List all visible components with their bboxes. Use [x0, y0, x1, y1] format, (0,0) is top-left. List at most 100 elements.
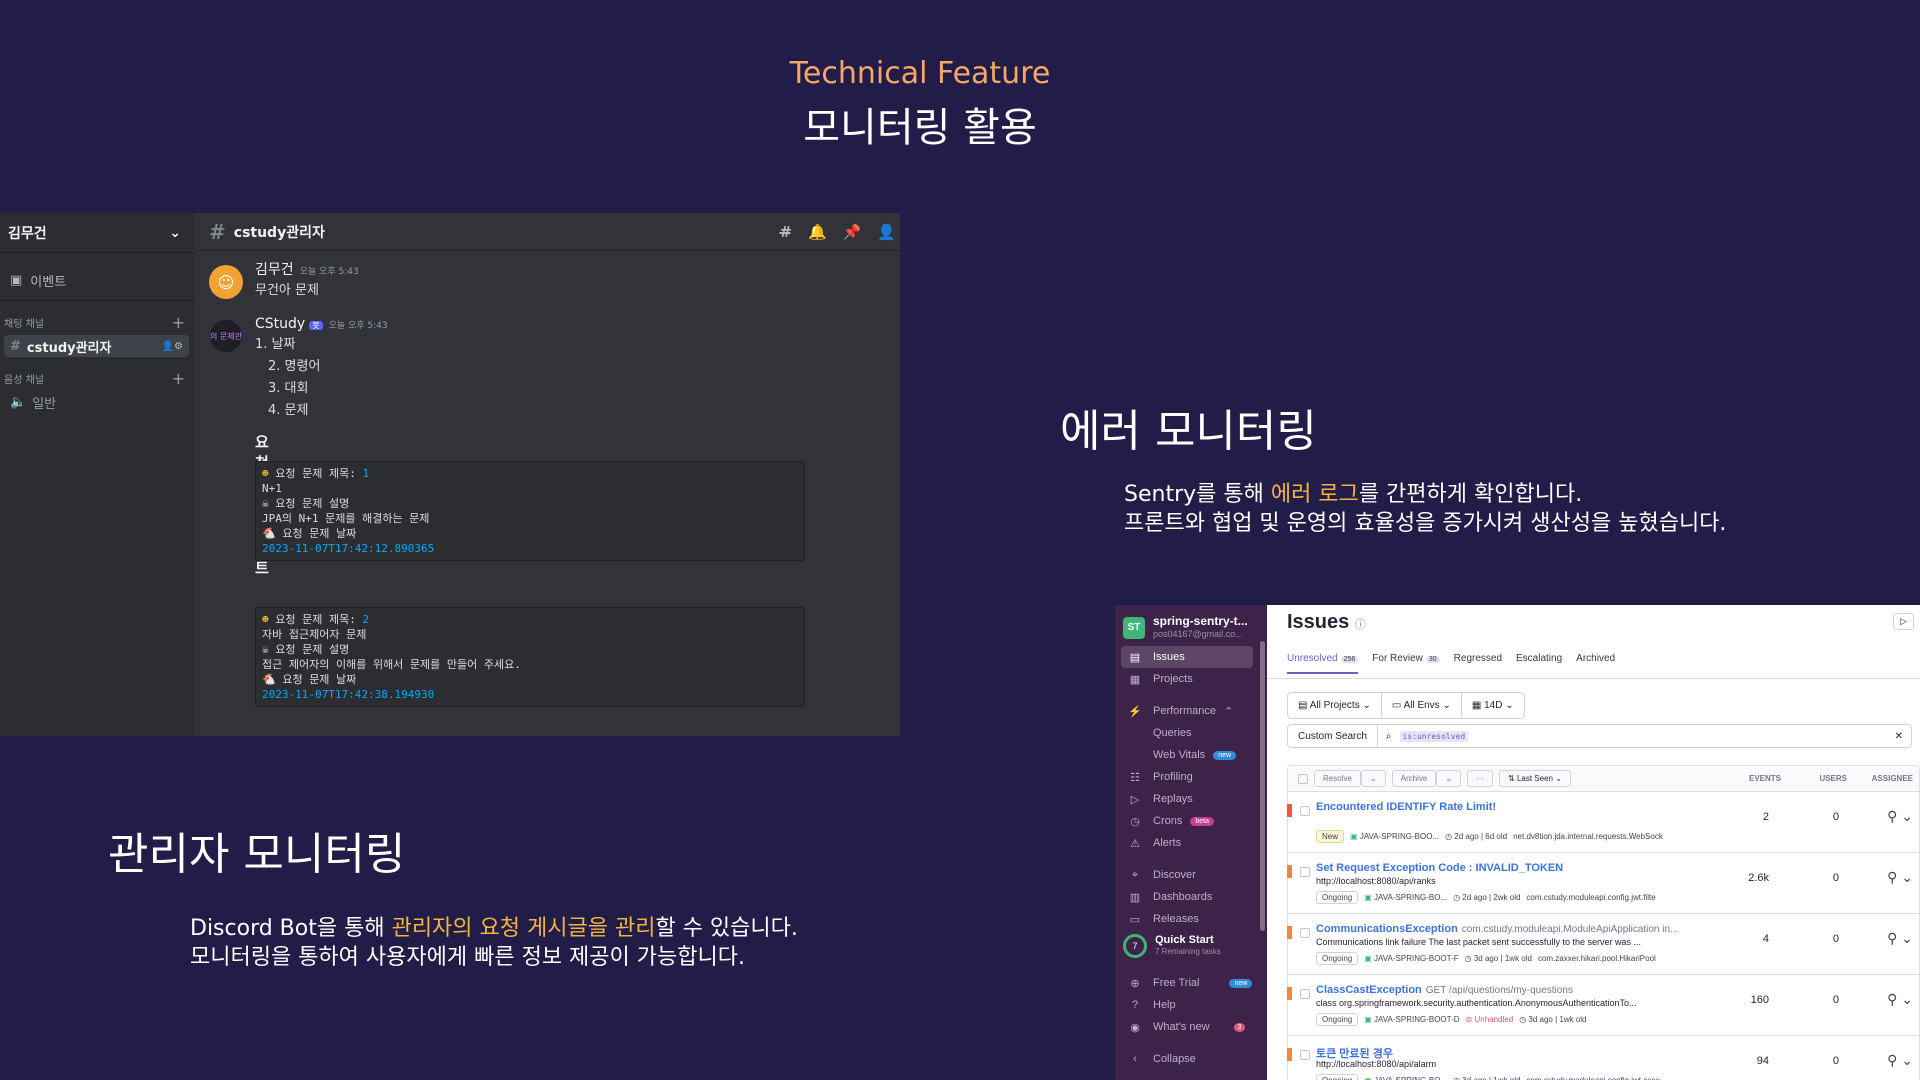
nav-projects[interactable]: ▦ Projects [1115, 668, 1267, 690]
issue-title[interactable]: Set Request Exception Code : INVALID_TOK… [1316, 862, 1563, 874]
issue-title[interactable]: CommunicationsException [1316, 923, 1458, 935]
nav-whats-new[interactable]: ◉ What's new 3 [1115, 1016, 1267, 1038]
nav-collapse[interactable]: ‹ Collapse [1115, 1048, 1267, 1070]
chevron-down-icon[interactable]: ⌄ [1436, 770, 1461, 787]
add-channel-icon[interactable]: + [172, 313, 185, 332]
nav-alerts[interactable]: ⚠ Alerts [1115, 832, 1267, 854]
table-row[interactable]: 토큰 만료된 경우 http://localhost:8080/api/alarm… [1287, 1036, 1919, 1080]
org-switcher[interactable]: ST spring-sentry-t... pos04167@gmail.co..… [1115, 605, 1267, 646]
tab-regressed[interactable]: Regressed [1454, 653, 1502, 674]
author-name[interactable]: 김무건 [255, 262, 294, 278]
tab-unresolved[interactable]: Unresolved 256 [1287, 653, 1359, 674]
avatar[interactable]: ☺ [209, 265, 243, 299]
users-header[interactable]: USERS [1819, 774, 1847, 783]
server-header[interactable]: 김무건 ⌄ [0, 213, 195, 253]
resolve-button[interactable]: Resolve [1314, 770, 1361, 787]
error-description: Sentry를 통해 에러 로그를 간편하게 확인합니다. 프론트와 협업 및 … [1124, 480, 1726, 538]
issue-title[interactable]: Encountered IDENTIFY Rate Limit! [1316, 801, 1496, 813]
add-voice-channel-icon[interactable]: + [172, 369, 185, 388]
list-item: 3. 대회 [268, 381, 309, 396]
chevron-down-icon: ⌄ [169, 224, 181, 241]
table-row[interactable]: CommunicationsException com.cstudy.module… [1287, 914, 1919, 975]
settings-icon[interactable]: 👤⚙ [162, 341, 183, 352]
nav-web-vitals[interactable]: Web Vitals new [1115, 744, 1267, 766]
nav-performance[interactable]: ⚡ Performance ⌃ [1115, 700, 1267, 722]
channel-item-cstudy[interactable]: # cstudy관리자 👤⚙ [4, 335, 189, 357]
events-header[interactable]: EVENTS [1749, 774, 1781, 783]
nav-label: Crons [1153, 815, 1183, 827]
search-bar[interactable]: Custom Search ⌕ is:unresolved ✕ [1287, 724, 1912, 748]
assignee-icon[interactable]: ⚲ ⌄ [1887, 991, 1913, 1008]
search-query[interactable]: is:unresolved [1399, 730, 1469, 742]
chevron-up-icon: ⌃ [1223, 705, 1234, 718]
age-label: 3d ago | 1wk old [1528, 1015, 1587, 1024]
project-tag[interactable]: ▣ JAVA-SPRING-BO... [1364, 893, 1447, 902]
date-filter[interactable]: ▦ 14D ⌄ [1462, 693, 1524, 718]
assignee-icon[interactable]: ⚲ ⌄ [1887, 1052, 1913, 1069]
nav-help[interactable]: ? Help [1115, 994, 1267, 1016]
nav-free-trial[interactable]: ⊕ Free Trial new [1115, 972, 1267, 994]
text-category[interactable]: 채팅 채널 + [0, 311, 195, 333]
row-checkbox[interactable] [1300, 928, 1310, 938]
nav-queries[interactable]: Queries [1115, 722, 1267, 744]
assignee-icon[interactable]: ⚲ ⌄ [1887, 869, 1913, 886]
nav-issues[interactable]: ▤ Issues [1121, 646, 1253, 668]
project-tag[interactable]: ▣ JAVA-SPRING-BO... [1364, 1076, 1447, 1080]
archive-button[interactable]: Archive [1391, 770, 1437, 787]
row-checkbox[interactable] [1300, 989, 1310, 999]
nav-profiling[interactable]: ☷ Profiling [1115, 766, 1267, 788]
events-item[interactable]: ▣ 이벤트 [0, 261, 195, 301]
projects-filter[interactable]: ▤ All Projects ⌄ [1288, 693, 1382, 718]
project-tag[interactable]: ▣ JAVA-SPRING-BOO... [1350, 832, 1439, 841]
assignee-icon[interactable]: ⚲ ⌄ [1887, 930, 1913, 947]
project-tag[interactable]: ▣ JAVA-SPRING-BOOT-F [1364, 954, 1458, 963]
telescope-icon: ⌖ [1131, 868, 1139, 881]
chevron-down-icon[interactable]: ⌄ [1360, 770, 1386, 787]
play-icon[interactable]: ▷ [1893, 613, 1914, 630]
select-all-checkbox[interactable] [1298, 773, 1308, 784]
author-name[interactable]: CStudy [255, 316, 305, 332]
custom-search-button[interactable]: Custom Search [1288, 725, 1378, 747]
tab-for-review[interactable]: For Review 30 [1372, 653, 1440, 674]
assignee-icon[interactable]: ⚲ ⌄ [1887, 808, 1913, 825]
voice-channel-item[interactable]: 🔈 일반 [4, 391, 189, 413]
nav-dashboards[interactable]: ▥ Dashboards [1115, 886, 1267, 908]
close-icon[interactable]: ✕ [1895, 731, 1911, 742]
title-text: Issues [1287, 611, 1350, 633]
project-label: JAVA-SPRING-BOOT-D [1374, 1015, 1460, 1024]
quick-start[interactable]: 7 Quick Start 7 Remaining tasks [1115, 930, 1267, 962]
priority-bar [1287, 1048, 1292, 1061]
info-icon[interactable]: ⓘ [1355, 619, 1366, 631]
table-row[interactable]: Encountered IDENTIFY Rate Limit! New ▣ JAV… [1287, 792, 1919, 853]
nav-replays[interactable]: ▷ Replays [1115, 788, 1267, 810]
table-row[interactable]: Set Request Exception Code : INVALID_TOK… [1287, 853, 1919, 914]
row-checkbox[interactable] [1300, 867, 1310, 877]
desc-highlight: 관리자의 요청 게시글을 관리 [391, 916, 656, 941]
nav-crons[interactable]: ◷ Crons beta [1115, 810, 1267, 832]
events-label: 이벤트 [30, 275, 67, 290]
issue-title[interactable]: ClassCastException [1316, 984, 1422, 996]
lightning-icon: ⚡ [1128, 705, 1142, 718]
row-checkbox[interactable] [1300, 1050, 1310, 1060]
avatar[interactable]: 의 문제관 [209, 319, 243, 353]
events-count: 160 [1750, 994, 1769, 1006]
threads-icon[interactable]: #̶ [779, 223, 792, 241]
plus-circle-icon: ⊕ [1130, 977, 1140, 990]
sidebar-scrollbar[interactable] [1260, 641, 1265, 931]
members-icon[interactable]: 👤 [877, 223, 896, 241]
tab-archived[interactable]: Archived [1576, 653, 1615, 674]
more-button[interactable]: ··· [1467, 770, 1493, 787]
envs-filter[interactable]: ▭ All Envs ⌄ [1382, 693, 1462, 718]
nav-discover[interactable]: ⌖ Discover [1115, 864, 1267, 886]
pin-icon[interactable]: 📌 [843, 223, 862, 241]
sort-button[interactable]: ⇅ Last Seen ⌄ [1499, 770, 1571, 787]
nav-releases[interactable]: ▭ Releases [1115, 908, 1267, 930]
filter-bar: ▤ All Projects ⌄ ▭ All Envs ⌄ ▦ 14D ⌄ [1287, 692, 1525, 719]
voice-category[interactable]: 음성 채널 + [0, 367, 195, 389]
bell-icon[interactable]: 🔔 [808, 223, 827, 241]
tab-escalating[interactable]: Escalating [1516, 653, 1562, 674]
row-checkbox[interactable] [1300, 806, 1310, 816]
project-tag[interactable]: ▣ JAVA-SPRING-BOOT-D [1364, 1015, 1459, 1024]
table-row[interactable]: ClassCastException GET /api/questions/my-… [1287, 975, 1919, 1036]
age-info: ◷ 2d ago | 2wk old [1453, 893, 1521, 902]
